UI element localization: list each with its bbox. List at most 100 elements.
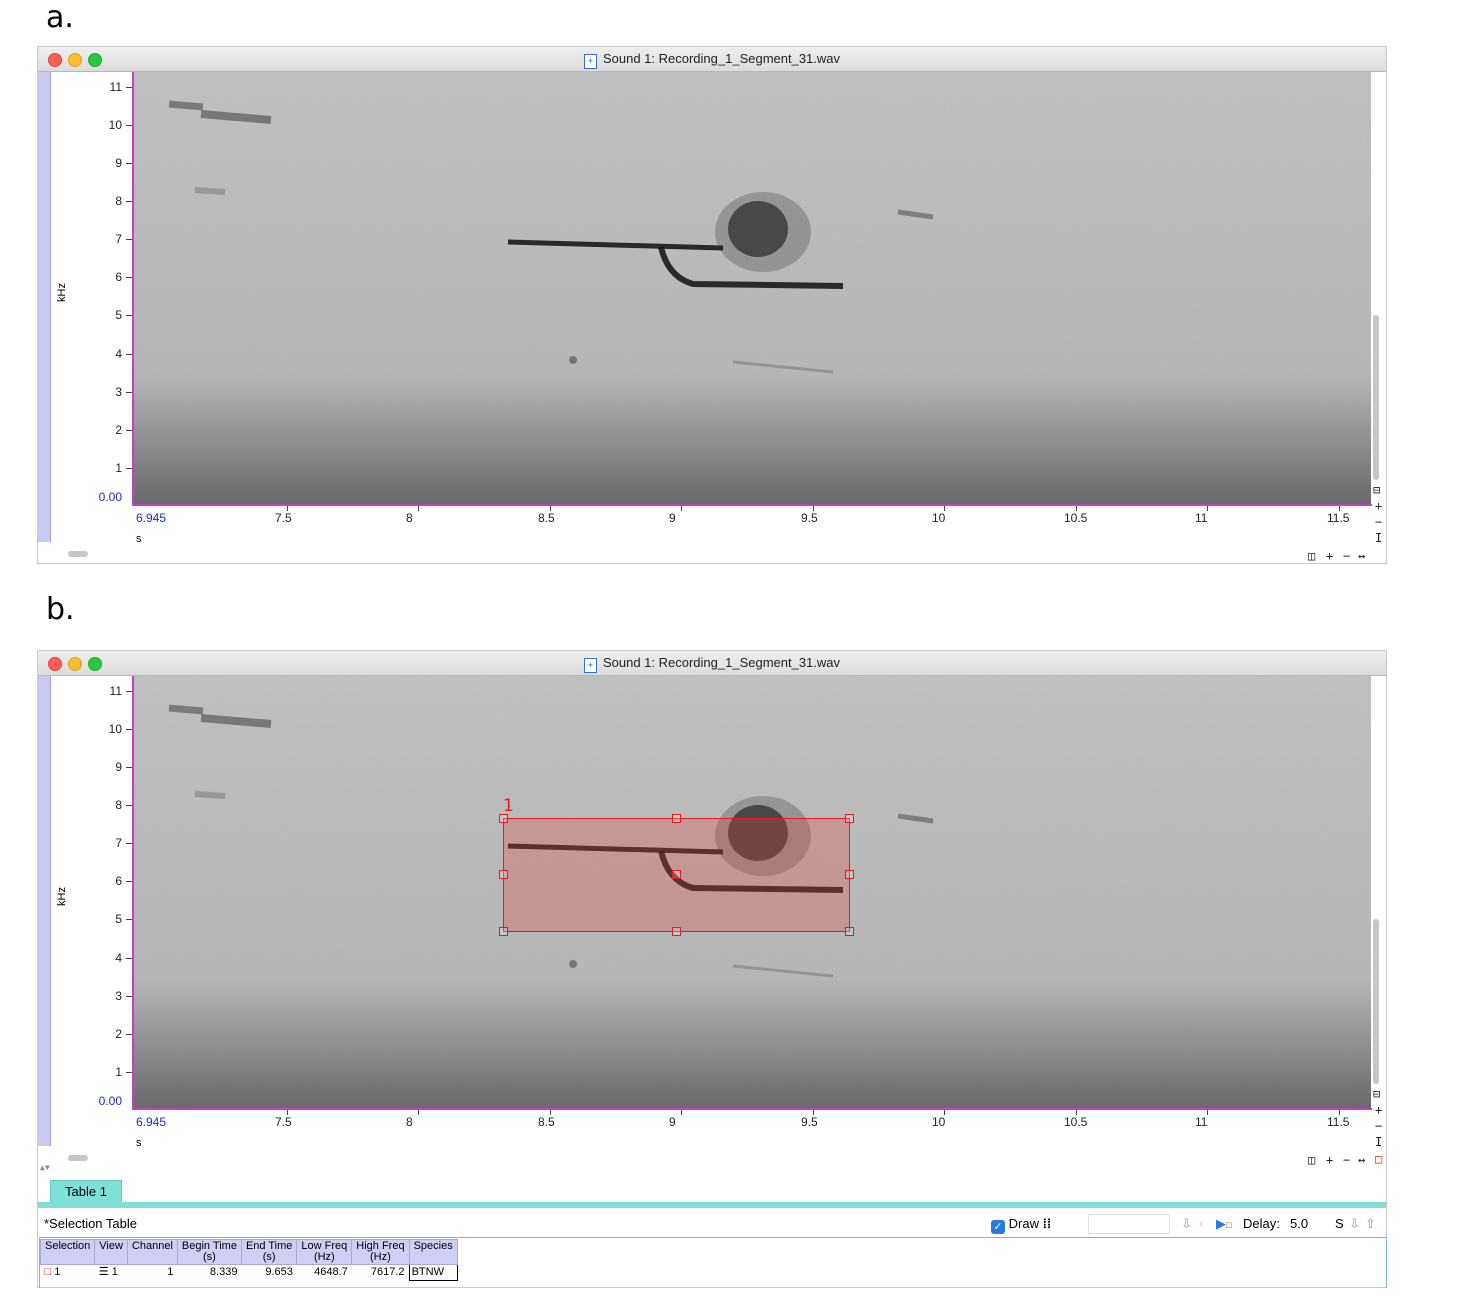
- resize-handle[interactable]: [672, 814, 681, 823]
- time-zoom-out-icon[interactable]: −: [1343, 550, 1350, 562]
- x-axis-tick: [550, 506, 551, 511]
- freq-zoom-out-icon[interactable]: −: [1375, 1120, 1382, 1132]
- column-header[interactable]: Begin Time (s): [176, 1239, 242, 1265]
- title-bar[interactable]: + Sound 1: Recording_1_Segment_31.wav: [38, 47, 1386, 72]
- y-axis-tick: [126, 392, 132, 393]
- document-icon: +: [583, 54, 597, 69]
- resize-handle[interactable]: [672, 927, 681, 936]
- time-zoom-icon[interactable]: ◫: [1308, 1154, 1315, 1166]
- x-tick-label: 8.5: [538, 1115, 555, 1129]
- tab-bar: [38, 1202, 1386, 1208]
- resize-handle[interactable]: [845, 870, 854, 879]
- freq-zoom-in-icon[interactable]: +: [1375, 1104, 1382, 1116]
- time-zoom-icon[interactable]: ◫: [1308, 550, 1315, 562]
- time-zoom-in-icon[interactable]: +: [1326, 1154, 1333, 1166]
- time-zoom-out-icon[interactable]: −: [1343, 1154, 1350, 1166]
- column-header[interactable]: End Time (s): [240, 1239, 298, 1265]
- play-selection-icon[interactable]: ▶□: [1216, 1216, 1231, 1232]
- column-header[interactable]: Channel: [126, 1239, 178, 1265]
- y-axis-tick: [126, 958, 132, 959]
- x-start-label: 6.945: [136, 1115, 167, 1129]
- freq-zoom-in-icon[interactable]: +: [1375, 500, 1382, 512]
- y-axis-tick: [126, 201, 132, 202]
- resize-handle[interactable]: [499, 927, 508, 936]
- y-axis-tick: [126, 430, 132, 431]
- view-strip: [38, 676, 51, 1146]
- freq-zoom-icon[interactable]: ⊟: [1373, 1088, 1380, 1100]
- column-header[interactable]: Selection: [39, 1239, 96, 1265]
- freq-fit-icon[interactable]: I: [1375, 1136, 1382, 1148]
- y-tick-label: 2: [115, 1027, 122, 1041]
- resize-handle[interactable]: [845, 814, 854, 823]
- table-cell-low: 4648.7: [314, 1266, 348, 1278]
- y-tick-label: 5: [115, 308, 122, 322]
- search-field[interactable]: [1088, 1214, 1170, 1234]
- y-tick-label: 6: [115, 270, 122, 284]
- x-axis-tick: [1207, 1110, 1208, 1115]
- nav-down-icon[interactable]: ⇩: [1181, 1216, 1192, 1232]
- x-tick-label: 11.5: [1327, 511, 1350, 525]
- x-axis-tick: [287, 1110, 288, 1115]
- y-tick-label: 1: [115, 1065, 122, 1079]
- table-cell-species[interactable]: BTNW: [408, 1264, 458, 1281]
- vertical-scrollbar[interactable]: [1373, 919, 1379, 1084]
- pane-resize-arrows-icon[interactable]: ▲▼: [40, 1163, 50, 1173]
- freq-fit-icon[interactable]: I: [1375, 532, 1382, 544]
- x-axis-tick: [813, 1110, 814, 1115]
- delay-up-icon[interactable]: ⇧: [1365, 1216, 1376, 1232]
- y-tick-label: 11: [109, 684, 122, 698]
- table-cell-selection: □ 1: [44, 1266, 61, 1278]
- y-axis-tick: [126, 468, 132, 469]
- delay-label: Delay:: [1243, 1216, 1280, 1231]
- column-header[interactable]: Low Freq (Hz): [296, 1239, 353, 1265]
- column-header[interactable]: High Freq (Hz): [351, 1239, 410, 1265]
- resize-handle[interactable]: [845, 927, 854, 936]
- y-axis-unit: kHz: [56, 283, 68, 302]
- x-tick-label: 9.5: [801, 511, 818, 525]
- resize-handle[interactable]: [672, 870, 681, 879]
- y-axis-tick: [126, 1034, 132, 1035]
- time-zoom-in-icon[interactable]: +: [1326, 550, 1333, 562]
- column-header[interactable]: View: [94, 1239, 128, 1265]
- delay-value[interactable]: 5.0: [1290, 1216, 1308, 1231]
- freq-zoom-out-icon[interactable]: −: [1375, 516, 1382, 528]
- y-axis-tick: [126, 919, 132, 920]
- x-axis-line: [132, 504, 1372, 506]
- freq-zoom-icon[interactable]: ⊟: [1373, 484, 1380, 496]
- title-bar[interactable]: + Sound 1: Recording_1_Segment_31.wav: [38, 651, 1386, 676]
- table-cell-begin: 8.339: [209, 1266, 238, 1278]
- x-tick-label: 8: [406, 1115, 413, 1129]
- y-tick-label: 8: [115, 194, 122, 208]
- y-tick-label: 8: [115, 798, 122, 812]
- column-header[interactable]: Species: [408, 1239, 458, 1265]
- x-axis-tick: [1339, 506, 1340, 511]
- horizontal-scrollbar[interactable]: [68, 551, 88, 557]
- nav-center-icon[interactable]: ◦: [1199, 1216, 1204, 1231]
- spectrogram-a[interactable]: [133, 72, 1371, 504]
- y-axis-tick: [126, 277, 132, 278]
- x-axis-tick: [1207, 506, 1208, 511]
- y-tick-label: 9: [115, 760, 122, 774]
- x-tick-label: 8: [406, 511, 413, 525]
- time-fit-icon[interactable]: ↔: [1358, 1154, 1365, 1166]
- vertical-scrollbar[interactable]: [1373, 315, 1379, 480]
- time-fit-icon[interactable]: ↔: [1358, 550, 1365, 562]
- column-options-icon[interactable]: ⁞⁞: [1043, 1216, 1052, 1231]
- x-tick-label: 11.5: [1327, 1115, 1350, 1129]
- delay-down-icon[interactable]: ⇩: [1349, 1216, 1360, 1232]
- horizontal-scrollbar[interactable]: [68, 1155, 88, 1161]
- table-cell-high: 7617.2: [370, 1266, 405, 1278]
- x-axis-tick: [1076, 506, 1077, 511]
- x-tick-label: 11: [1195, 1115, 1208, 1129]
- draw-toggle[interactable]: ✓ Draw ⁞⁞: [991, 1216, 1051, 1234]
- selection-view-icon[interactable]: □: [1375, 1153, 1382, 1165]
- table-row[interactable]: □ 1 ☰ 1 1 8.339 9.653 4648.7 7617.2 BTNW: [41, 1264, 458, 1281]
- resize-handle[interactable]: [499, 870, 508, 879]
- resize-handle[interactable]: [499, 814, 508, 823]
- x-axis-tick: [550, 1110, 551, 1115]
- x-tick-label: 9.5: [801, 1115, 818, 1129]
- window-title: + Sound 1: Recording_1_Segment_31.wav: [38, 655, 1386, 673]
- tab-table-1[interactable]: Table 1: [50, 1180, 122, 1204]
- draw-checkbox[interactable]: ✓: [991, 1220, 1005, 1234]
- x-axis-unit: s: [136, 533, 142, 545]
